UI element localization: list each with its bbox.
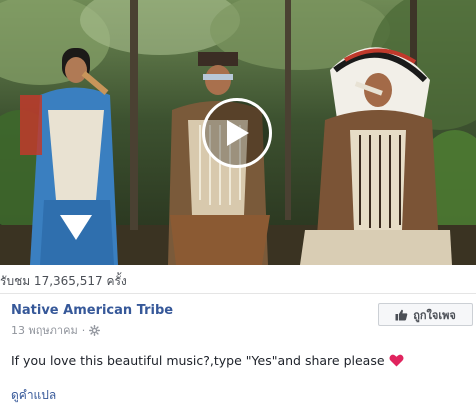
like-page-button[interactable]: ถูกใจเพจ [378,303,473,326]
see-translation-link[interactable]: ดูคำแปล [11,386,56,405]
thumbs-up-icon [395,309,408,320]
video-player[interactable] [0,0,476,265]
meta-separator: · [81,323,86,337]
page-name-link[interactable]: Native American Tribe [11,303,173,318]
heart-icon [389,354,404,367]
post-meta: 13 พฤษภาคม · [11,321,101,339]
like-page-label: ถูกใจเพจ [413,308,456,322]
play-button[interactable] [202,98,272,168]
post-message-text: If you love this beautiful music?,type "… [11,353,385,368]
play-icon [227,120,249,146]
divider [0,293,476,294]
post-message: If you love this beautiful music?,type "… [11,353,404,368]
view-count: รับชม 17,365,517 ครั้ง [0,274,127,288]
post-date[interactable]: 13 พฤษภาคม [11,321,78,339]
gear-icon[interactable] [89,324,101,336]
